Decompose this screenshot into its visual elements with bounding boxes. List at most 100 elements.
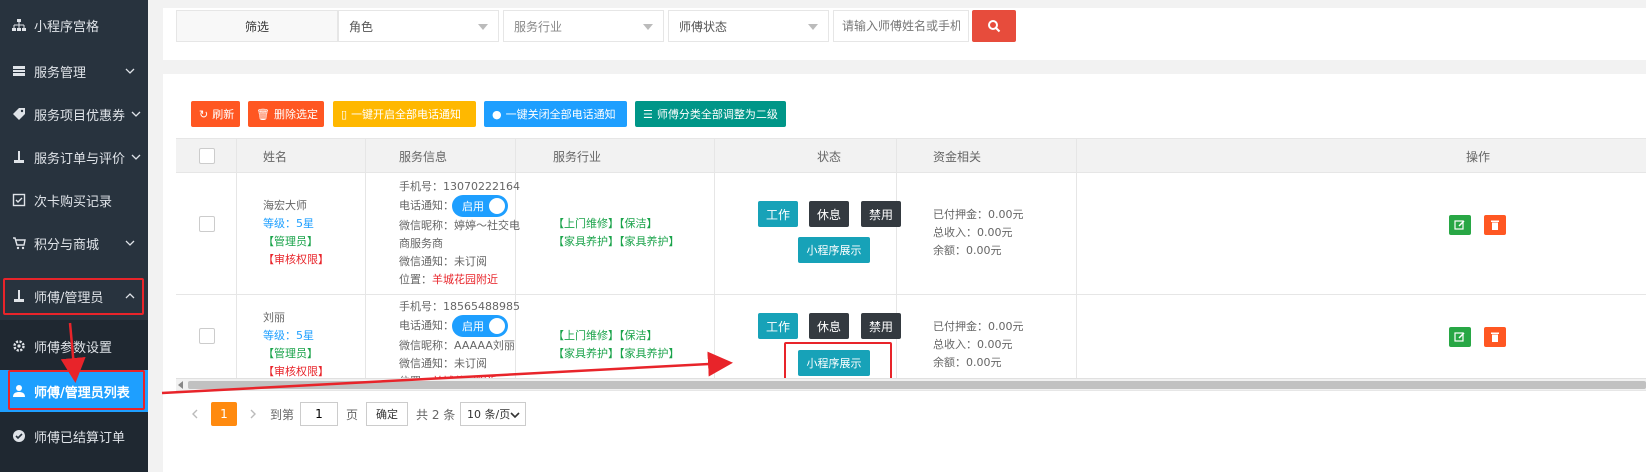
edit-button[interactable] [1449, 327, 1471, 347]
sidebar-item-service-mgmt[interactable]: 服务管理 [0, 49, 148, 93]
trash-icon [1491, 332, 1499, 342]
sidebar-item-card-records[interactable]: 次卡购买记录 [0, 178, 148, 222]
row-checkbox[interactable] [199, 216, 215, 232]
search-icon [988, 20, 1001, 33]
filter-label-text: 筛选 [244, 19, 269, 34]
sidebar-item-settled-orders[interactable]: 师傅已结算订单 [0, 414, 148, 458]
master-role: 【管理员】 [263, 347, 318, 360]
sidebar-item-label: 次卡购买记录 [34, 194, 113, 210]
role-select[interactable]: 角色 [338, 10, 499, 42]
call-notify-toggle[interactable]: 启用 [452, 195, 508, 217]
row-checkbox[interactable] [199, 328, 215, 344]
master-role: 【管理员】 [263, 235, 318, 248]
enable-all-call-button[interactable]: ▯ 一键开启全部电话通知 [333, 101, 476, 127]
search-button[interactable] [972, 10, 1016, 42]
sidebar-item-label: 积分与商城 [34, 237, 100, 253]
page-current[interactable]: 1 [211, 402, 237, 426]
col-check [176, 139, 237, 391]
sidebar-item-mini-grid[interactable]: 小程序宫格 [0, 3, 148, 47]
trash-icon: 🗑 [256, 107, 270, 121]
prev-page-button[interactable] [190, 402, 200, 426]
delete-button[interactable] [1484, 327, 1506, 347]
sidebar-item-coupons[interactable]: 服务项目优惠券 [0, 92, 148, 136]
status-select[interactable]: 师傅状态 [668, 10, 829, 42]
header-status: 状态 [817, 149, 842, 164]
goto-confirm-button[interactable]: 确定 [366, 402, 408, 426]
header-service-info: 服务信息 [399, 149, 448, 164]
wechat-notify: 微信通知：未订阅 [399, 255, 487, 268]
goto-label: 到第 [270, 407, 295, 422]
toggle-knob [489, 318, 505, 334]
status-select-value: 师傅状态 [679, 19, 728, 34]
sidebar-item-label: 师傅参数设置 [34, 340, 113, 356]
chevron-down-icon [131, 154, 141, 160]
row-divider [176, 294, 1646, 295]
ban-button[interactable]: 禁用 [861, 313, 901, 339]
scroll-left-icon[interactable] [178, 381, 183, 389]
delete-button[interactable] [1484, 215, 1506, 235]
industry-select[interactable]: 服务行业 [503, 10, 664, 42]
list-icon [12, 64, 26, 78]
phone-icon: ▯ [341, 107, 348, 121]
deposit-text: 已付押金：0.00元 [933, 208, 1024, 221]
disable-all-call-label: 一键关闭全部电话通知 [505, 108, 616, 121]
refresh-label: 刷新 [212, 108, 235, 121]
master-level: 等级：5星 [263, 217, 314, 230]
page-input[interactable] [300, 402, 338, 426]
industry-line: 【上门维修】【保洁】 [553, 217, 658, 230]
sidebar-item-label: 服务项目优惠券 [34, 108, 126, 124]
next-page-button[interactable] [248, 402, 258, 426]
gear-icon [12, 339, 26, 353]
edit-button[interactable] [1449, 215, 1471, 235]
refresh-button[interactable]: ↻ 刷新 [191, 101, 240, 127]
set-all-level2-button[interactable]: ☰ 师傅分类全部调整为二级 [635, 101, 786, 127]
master-table: 姓名 服务信息 服务行业 状态 资金相关 操作 [176, 138, 1646, 391]
circle-icon: ● [492, 107, 502, 121]
income-text: 总收入：0.00元 [933, 226, 1013, 239]
master-audit: 【审核权限】 [263, 253, 329, 266]
balance-text: 余额：0.00元 [933, 356, 1002, 369]
wechat-nick: 微信昵称：婷婷～社交电 [399, 219, 520, 232]
toggle-label: 启用 [462, 200, 484, 213]
enable-all-call-label: 一键开启全部电话通知 [351, 108, 462, 121]
call-notify-toggle[interactable]: 启用 [452, 315, 508, 337]
sidebar-item-points-mall[interactable]: 积分与商城 [0, 221, 148, 265]
industry-line: 【家具养护】【家具养护】 [553, 347, 680, 360]
scrollbar-thumb[interactable] [188, 381, 1646, 389]
chevron-down-icon [510, 412, 520, 419]
ban-button[interactable]: 禁用 [861, 201, 901, 227]
sidebar-item-master-params[interactable]: 师傅参数设置 [0, 324, 148, 368]
chevron-down-icon [131, 111, 141, 117]
per-page-select[interactable]: 10 条/页 [460, 402, 526, 426]
wechat-notify: 微信通知：未订阅 [399, 357, 487, 370]
caret-down-icon [643, 24, 653, 30]
sidebar-item-orders[interactable]: 服务订单与评价 [0, 135, 148, 179]
mini-program-show-button[interactable]: 小程序展示 [798, 237, 870, 263]
delete-selected-button[interactable]: 🗑 删除选定 [248, 101, 324, 127]
sitemap-icon [12, 18, 26, 32]
highlight-box-master-list [8, 370, 145, 410]
disable-all-call-button[interactable]: ● 一键关闭全部电话通知 [484, 101, 627, 127]
search-input[interactable] [833, 10, 969, 42]
header-funds: 资金相关 [933, 149, 982, 164]
sidebar-item-label: 服务管理 [34, 65, 87, 81]
row-divider [176, 390, 1646, 391]
rest-button[interactable]: 休息 [809, 313, 849, 339]
balance-text: 余额：0.00元 [933, 244, 1002, 257]
horizontal-scrollbar[interactable] [176, 378, 1646, 390]
total-count: 共 2 条 [416, 407, 456, 422]
work-button[interactable]: 工作 [758, 201, 798, 227]
tag-icon [12, 107, 26, 121]
caret-down-icon [478, 24, 488, 30]
sidebar-item-label: 服务订单与评价 [34, 151, 126, 167]
toggle-knob [489, 198, 505, 214]
rest-button[interactable]: 休息 [809, 201, 849, 227]
location-label: 位置： [399, 273, 432, 286]
phone-text: 手机号：18565488985 [399, 300, 520, 313]
chevron-down-icon [125, 240, 135, 246]
check-circle-icon [12, 429, 26, 443]
work-button[interactable]: 工作 [758, 313, 798, 339]
refresh-icon: ↻ [199, 107, 209, 121]
select-all-checkbox[interactable] [199, 148, 215, 164]
highlight-box-masters [3, 278, 144, 315]
